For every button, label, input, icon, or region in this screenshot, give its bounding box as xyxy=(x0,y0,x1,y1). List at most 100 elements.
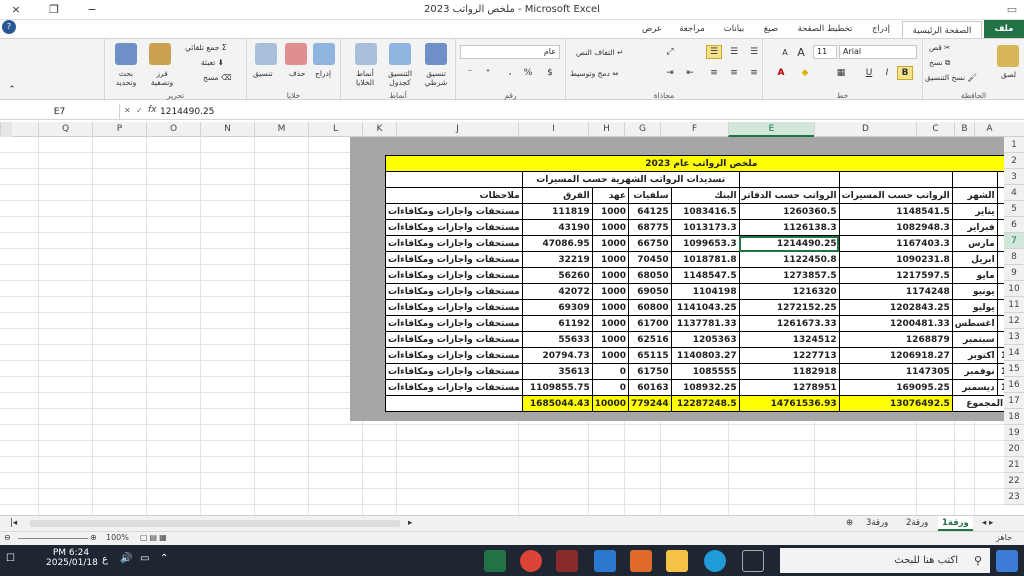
tab-page-layout[interactable]: تخطيط الصفحة xyxy=(790,20,860,38)
column-header-cell[interactable]: سلفيات xyxy=(628,187,672,204)
table-cell[interactable]: 108932.25 xyxy=(670,379,740,396)
insert-cells-button[interactable]: إدراج xyxy=(315,69,331,78)
view-buttons-icon[interactable]: ▢▤▦ xyxy=(140,533,169,542)
table-cell[interactable]: 169095.25 xyxy=(838,379,953,396)
table-cell[interactable]: مستحقات واجازات ومكافاءات xyxy=(385,331,523,348)
align-right-icon[interactable]: ≡ xyxy=(706,66,722,80)
table-cell[interactable]: مستحقات واجازات ومكافاءات xyxy=(385,347,523,364)
table-cell[interactable]: 1000 xyxy=(591,251,630,268)
table-title[interactable]: ملخص الرواتب عام 2023 xyxy=(385,155,1018,172)
table-cell[interactable]: 1278951 xyxy=(738,379,840,396)
row-header-15[interactable]: 15 xyxy=(1004,361,1024,377)
format-painter-button[interactable]: نسخ التنسيق 🖌 xyxy=(925,73,977,82)
table-cell[interactable]: سبتمبر xyxy=(951,331,998,348)
table-cell[interactable]: 65115 xyxy=(628,347,672,364)
font-color-icon[interactable]: A xyxy=(773,66,789,80)
decrease-decimal-icon[interactable]: ⁻ xyxy=(462,66,478,80)
cell-styles-button[interactable]: أنماط الخلايا xyxy=(347,69,383,87)
row-header-13[interactable]: 13 xyxy=(1004,329,1024,345)
column-header-cell[interactable]: البنك xyxy=(670,187,740,204)
row-header-2[interactable]: 2 xyxy=(1004,153,1024,169)
tab-view[interactable]: عرض xyxy=(636,20,668,38)
align-middle-icon[interactable]: ☰ xyxy=(726,45,742,59)
sheet-nav-icon[interactable]: ◂ ▸ xyxy=(978,516,997,531)
column-header-h[interactable]: H xyxy=(588,122,624,137)
column-header-cell[interactable]: ملاحظات xyxy=(385,187,523,204)
table-cell[interactable]: 1018781.8 xyxy=(670,251,740,268)
tab-data[interactable]: بيانات xyxy=(716,20,752,38)
selected-cell[interactable]: 1214490.25 xyxy=(738,235,840,252)
total-cell-g[interactable]: 779244 xyxy=(628,395,672,412)
app-icon[interactable] xyxy=(556,550,578,572)
conditional-format-button[interactable]: تنسيق شرطي xyxy=(417,69,455,87)
table-cell[interactable]: مستحقات واجازات ومكافاءات xyxy=(385,363,523,380)
table-cell[interactable]: فبراير xyxy=(951,219,998,236)
table-cell[interactable]: 1200481.33 xyxy=(838,315,953,332)
table-cell[interactable]: اغسطس xyxy=(951,315,998,332)
delete-cells-button[interactable]: حذف xyxy=(289,69,305,78)
row-header-7[interactable]: 7 xyxy=(1004,233,1024,249)
table-cell[interactable]: 68050 xyxy=(628,267,672,284)
table-cell[interactable]: 56260 xyxy=(521,267,593,284)
fill-color-icon[interactable]: ◆ xyxy=(797,66,813,80)
align-left-icon[interactable]: ≡ xyxy=(746,66,762,80)
clear-button[interactable]: مسح ⌫ xyxy=(203,73,232,82)
fill-button[interactable]: تعبئة ⬇ xyxy=(201,58,224,67)
table-cell[interactable]: 1141043.25 xyxy=(670,299,740,316)
copy-button[interactable]: نسخ ⧉ xyxy=(929,58,950,68)
cancel-entry-icon[interactable]: ✕ xyxy=(124,106,131,115)
find-select-button[interactable]: بحث وتحديد xyxy=(109,69,143,87)
tab-file[interactable]: ملف xyxy=(984,20,1024,38)
tray-chevron-icon[interactable]: ⌃ xyxy=(160,553,168,564)
borders-icon[interactable]: ▦ xyxy=(833,66,849,80)
hscroll-right-icon[interactable]: ▸ xyxy=(404,516,416,531)
column-header-m[interactable]: M xyxy=(254,122,308,137)
table-cell[interactable]: مستحقات واجازات ومكافاءات xyxy=(385,203,523,220)
table-cell[interactable]: مستحقات واجازات ومكافاءات xyxy=(385,283,523,300)
tab-formulas[interactable]: صيغ xyxy=(755,20,787,38)
table-cell[interactable]: 1090231.8 xyxy=(838,251,953,268)
column-header-c[interactable]: C xyxy=(916,122,954,137)
table-cell[interactable]: 1227713 xyxy=(738,347,840,364)
table-cell[interactable]: 1000 xyxy=(591,331,630,348)
number-format-dropdown[interactable]: عام xyxy=(460,45,560,59)
row-header-4[interactable]: 4 xyxy=(1004,185,1024,201)
table-cell[interactable]: 1000 xyxy=(591,315,630,332)
table-cell[interactable]: 111819 xyxy=(521,203,593,220)
insert-function-icon[interactable]: fx xyxy=(148,105,157,115)
table-cell[interactable]: ديسمبر xyxy=(951,379,998,396)
table-cell[interactable]: 1000 xyxy=(591,283,630,300)
column-header-o[interactable]: O xyxy=(146,122,200,137)
row-header-8[interactable]: 8 xyxy=(1004,249,1024,265)
row-header-5[interactable]: 5 xyxy=(1004,201,1024,217)
align-bottom-icon[interactable]: ☰ xyxy=(746,45,762,59)
table-cell[interactable]: 1148541.5 xyxy=(838,203,953,220)
font-name-dropdown[interactable]: Arial xyxy=(839,45,917,59)
font-size-dropdown[interactable]: 11 xyxy=(813,45,837,59)
column-header-q[interactable]: Q xyxy=(38,122,92,137)
network-icon[interactable]: ▭ xyxy=(140,553,149,564)
column-header-cell[interactable]: الرواتب حسب المسيرات xyxy=(838,187,953,204)
horizontal-scrollbar[interactable] xyxy=(30,520,400,527)
taskbar-search[interactable]: اكتب هنا للبحث ⚲ xyxy=(780,548,990,573)
hscroll-left-icon[interactable]: |◂ xyxy=(6,516,21,531)
table-cell[interactable]: 1000 xyxy=(591,347,630,364)
row-header-18[interactable]: 18 xyxy=(1004,409,1024,425)
table-cell[interactable]: 1137781.33 xyxy=(670,315,740,332)
column-header-cell[interactable]: الفرق xyxy=(521,187,593,204)
table-cell[interactable]: 1083416.5 xyxy=(670,203,740,220)
edge-app-icon[interactable] xyxy=(704,550,726,572)
column-header-cell[interactable]: الشهر xyxy=(951,187,998,204)
clock[interactable]: PM 6:24 2025/01/18 xyxy=(46,548,98,568)
zoom-in-icon[interactable]: ⊕ xyxy=(90,533,97,542)
shrink-font-button[interactable]: A xyxy=(777,45,793,59)
table-cell[interactable]: اكتوبر xyxy=(951,347,998,364)
sheet-tab-1[interactable]: ورقة1 xyxy=(938,516,973,531)
minimize-button[interactable]: − xyxy=(82,2,102,18)
table-cell[interactable]: 60800 xyxy=(628,299,672,316)
new-sheet-icon[interactable]: ⊕ xyxy=(842,516,857,531)
column-header-g[interactable]: G xyxy=(624,122,660,137)
table-cell[interactable]: 32219 xyxy=(521,251,593,268)
bold-button[interactable]: B xyxy=(897,66,913,80)
confirm-entry-icon[interactable]: ✓ xyxy=(136,106,143,115)
